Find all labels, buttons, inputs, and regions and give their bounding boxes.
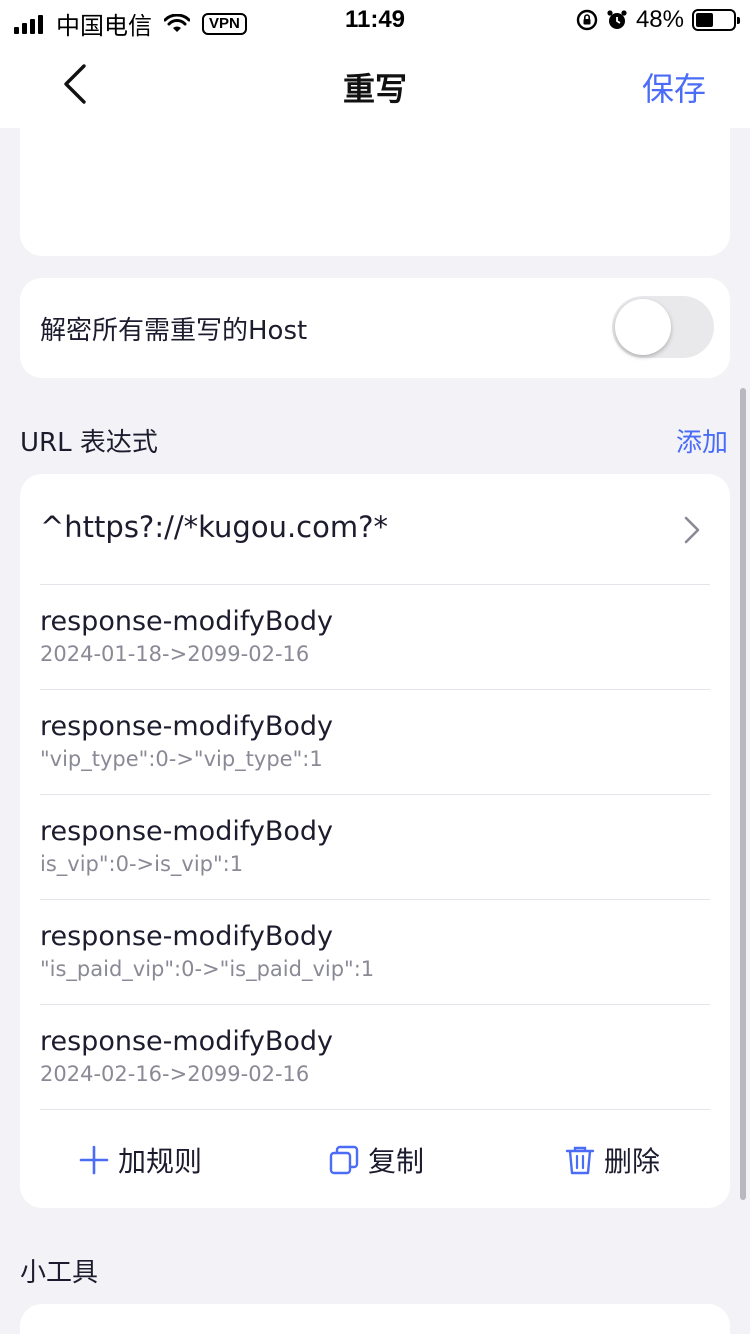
rule-detail: 2024-02-16->2099-02-16 bbox=[40, 1062, 310, 1086]
rewrite-rules-card: ^https?://*kugou.com?* response-modifyBo… bbox=[20, 474, 730, 1208]
alarm-icon bbox=[607, 10, 627, 29]
copy-label: 复制 bbox=[368, 1145, 425, 1178]
rule-actions: 加规则 复制 删除 bbox=[20, 1110, 730, 1208]
add-rule-label: 加规则 bbox=[118, 1145, 203, 1178]
rule-item[interactable]: response-modifyBody "vip_type":0->"vip_t… bbox=[20, 689, 730, 794]
toggle-knob bbox=[615, 299, 671, 355]
scrollbar[interactable] bbox=[740, 388, 746, 1200]
plus-icon bbox=[79, 1145, 109, 1175]
add-url-button[interactable]: 添加 bbox=[676, 422, 728, 459]
url-section-title: URL 表达式 bbox=[20, 428, 158, 458]
save-button[interactable]: 保存 bbox=[642, 64, 706, 110]
rule-item[interactable]: response-modifyBody is_vip":0->is_vip":1 bbox=[20, 794, 730, 899]
chevron-right-icon bbox=[684, 516, 700, 544]
rotation-lock-icon bbox=[576, 9, 598, 31]
battery-level-fill bbox=[696, 13, 713, 27]
decrypt-host-toggle[interactable] bbox=[612, 296, 714, 358]
rule-detail: 2024-01-18->2099-02-16 bbox=[40, 642, 310, 666]
trash-icon bbox=[565, 1146, 595, 1175]
rule-item[interactable]: response-modifyBody 2024-02-16->2099-02-… bbox=[20, 1004, 730, 1109]
decrypt-host-label: 解密所有需重写的Host bbox=[40, 316, 308, 346]
rule-type: response-modifyBody bbox=[40, 816, 334, 847]
battery-percentage: 48% bbox=[635, 6, 684, 33]
page-title: 重写 bbox=[342, 70, 407, 108]
rule-item[interactable]: response-modifyBody "is_paid_vip":0->"is… bbox=[20, 899, 730, 1004]
rule-detail: "is_paid_vip":0->"is_paid_vip":1 bbox=[40, 957, 375, 981]
delete-label: 删除 bbox=[604, 1145, 661, 1178]
rule-type: response-modifyBody bbox=[40, 711, 334, 742]
decrypt-host-row: 解密所有需重写的Host bbox=[20, 278, 730, 378]
battery-icon bbox=[692, 9, 740, 31]
rule-detail: is_vip":0->is_vip":1 bbox=[40, 852, 244, 876]
rule-type: response-modifyBody bbox=[40, 606, 334, 637]
rule-item[interactable]: response-modifyBody 2024-01-18->2099-02-… bbox=[20, 584, 730, 689]
tools-card bbox=[20, 1304, 730, 1334]
top-card bbox=[20, 110, 730, 256]
url-expression: ^https?://*kugou.com?* bbox=[40, 510, 388, 544]
rule-type: response-modifyBody bbox=[40, 1026, 334, 1057]
rule-detail: "vip_type":0->"vip_type":1 bbox=[40, 747, 323, 771]
url-expression-row[interactable]: ^https?://*kugou.com?* bbox=[20, 474, 730, 584]
copy-icon bbox=[329, 1145, 359, 1175]
add-rule-button[interactable]: 加规则 bbox=[78, 1140, 202, 1180]
rule-type: response-modifyBody bbox=[40, 921, 334, 952]
delete-button[interactable]: 删除 bbox=[564, 1140, 660, 1180]
copy-button[interactable]: 复制 bbox=[328, 1140, 424, 1180]
status-bar: 中国电信 VPN 11:49 48% bbox=[0, 0, 750, 40]
tools-section-title: 小工具 bbox=[20, 1258, 99, 1288]
